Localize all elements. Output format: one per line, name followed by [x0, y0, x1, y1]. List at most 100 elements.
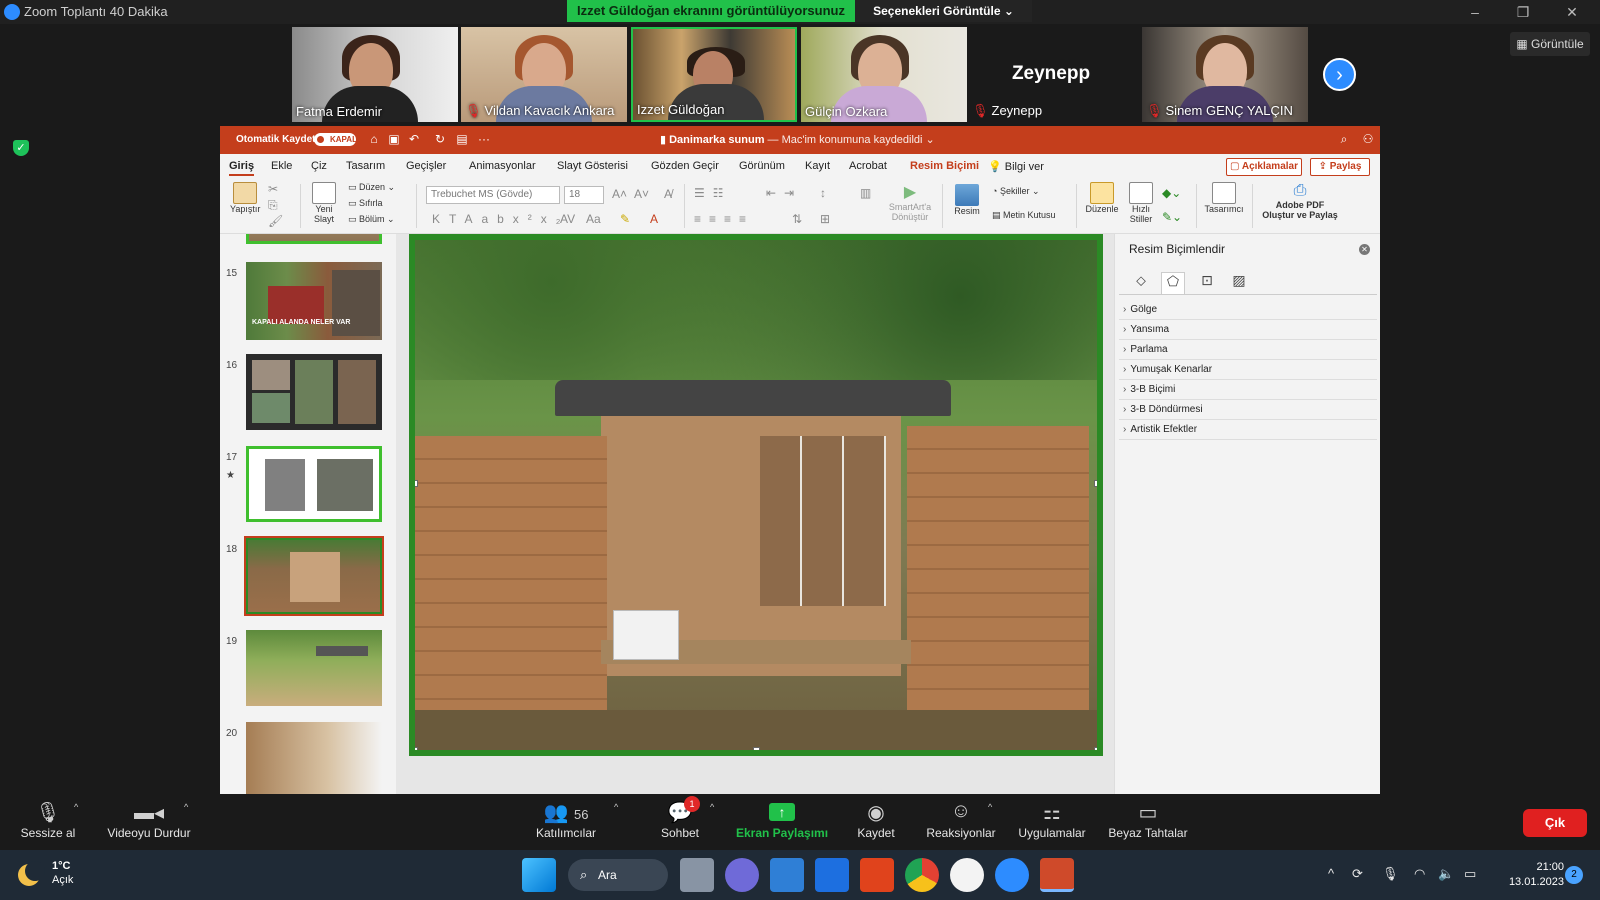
section-soft-edges[interactable]: › Yumuşak Kenarlar [1119, 360, 1377, 380]
layout-button[interactable]: ▭ Düzen ⌄ [348, 182, 395, 193]
columns-icon[interactable]: ▥ [860, 186, 871, 200]
tab-transitions[interactable]: Geçişler [406, 160, 446, 172]
restore-icon[interactable]: ❐ [1508, 2, 1538, 22]
tab-acrobat[interactable]: Acrobat [849, 160, 887, 172]
adobe-pdf-button[interactable]: ⎙ Adobe PDF Oluştur ve Paylaş [1260, 182, 1340, 220]
current-slide[interactable] [409, 234, 1103, 756]
task-view-icon[interactable] [680, 858, 714, 892]
gallery-view-button[interactable]: ▦ Görüntüle [1510, 32, 1590, 56]
autosave-toggle[interactable]: KAPALI [314, 133, 359, 146]
slide-picture[interactable] [415, 240, 1097, 750]
fill-color-icon[interactable]: ◆⌄ [1162, 186, 1181, 200]
tab-home[interactable]: Giriş [229, 160, 255, 176]
speaker-icon[interactable]: 🔈 [1438, 866, 1454, 882]
mail-icon[interactable] [770, 858, 804, 892]
char-spacing-icon[interactable]: AV [560, 212, 575, 226]
share-screen-button[interactable]: ↑ Ekran Paylaşımı [734, 800, 830, 840]
indent-icons[interactable]: ⇤⇥ [766, 186, 802, 200]
next-page-arrow-icon[interactable]: › [1323, 58, 1356, 91]
tab-insert[interactable]: Ekle [271, 160, 292, 172]
leave-meeting-button[interactable]: Çık [1523, 809, 1587, 837]
slide-thumbnail-16[interactable] [246, 354, 382, 430]
notification-badge[interactable]: 2 [1565, 866, 1583, 884]
cut-icon[interactable]: ✂ [268, 182, 278, 196]
picture-button[interactable]: Resim [950, 184, 984, 216]
battery-icon[interactable]: ▭ [1464, 866, 1476, 882]
fill-line-tab-icon[interactable]: ⬦ [1129, 272, 1153, 294]
video-tile-fatma[interactable]: Fatma Erdemir [292, 27, 458, 122]
list-icons[interactable]: ☰☷ [694, 186, 732, 200]
comments-button[interactable]: ▢ Açıklamalar [1226, 158, 1302, 176]
tab-view[interactable]: Görünüm [739, 160, 785, 172]
slide-editor-canvas[interactable] [396, 234, 1114, 794]
font-style-icons[interactable]: KTAabx²x₂ [432, 212, 569, 226]
font-size-select[interactable]: 18 [564, 186, 604, 204]
font-color-icon[interactable]: A [650, 212, 658, 226]
tray-overflow-icon[interactable]: ^ [1328, 866, 1334, 881]
slide-thumbnail-17[interactable] [246, 446, 382, 522]
shrink-font-icon[interactable]: A˅ [634, 187, 649, 201]
start-windows-icon[interactable] [522, 858, 556, 892]
zoom-app-icon[interactable] [995, 858, 1029, 892]
clear-format-icon[interactable]: A̸ [664, 187, 672, 201]
share-people-icon[interactable]: ⚇ [1360, 132, 1376, 148]
outline-color-icon[interactable]: ✎⌄ [1162, 210, 1182, 224]
section-button[interactable]: ▭ Bölüm ⌄ [348, 214, 395, 225]
share-button[interactable]: ⇪ Paylaş [1310, 158, 1370, 176]
designer-button[interactable]: Tasarımcı [1204, 182, 1244, 214]
tab-slideshow[interactable]: Slayt Gösterisi [557, 160, 628, 172]
present-icon[interactable]: ▤ [454, 132, 470, 148]
video-tile-vildan[interactable]: 🎙 Vildan Kavacık Ankara [461, 27, 627, 122]
view-options-button[interactable]: Seçenekleri Görüntüle ⌄ [855, 0, 1032, 22]
tab-picture-format[interactable]: Resim Biçimi [910, 160, 979, 172]
section-artistic-effects[interactable]: › Artistik Efektler [1119, 420, 1377, 440]
tab-review[interactable]: Gözden Geçir [651, 160, 719, 172]
reset-button[interactable]: ▭ Sıfırla [348, 198, 383, 209]
size-properties-tab-icon[interactable]: ⊡ [1195, 272, 1219, 294]
quick-styles-button[interactable]: Hızlı Stiller [1126, 182, 1156, 224]
apps-button[interactable]: ⚏ Uygulamalar [1012, 800, 1092, 840]
grow-font-icon[interactable]: A˄ [612, 187, 627, 201]
textbox-button[interactable]: ▤ Metin Kutusu [992, 210, 1056, 221]
whiteboard-button[interactable]: ▭ Beyaz Tahtalar [1104, 800, 1192, 840]
line-spacing-icon[interactable]: ↕ [820, 186, 826, 200]
wifi-icon[interactable]: ◠ [1414, 866, 1425, 882]
section-glow[interactable]: › Parlama [1119, 340, 1377, 360]
more-icon[interactable]: ··· [476, 132, 492, 148]
powerpoint-app-icon[interactable] [1040, 858, 1074, 892]
arrange-button[interactable]: Düzenle [1084, 182, 1120, 214]
slide-thumbnail-14[interactable] [246, 234, 382, 244]
section-3d-format[interactable]: › 3-B Biçimi [1119, 380, 1377, 400]
close-icon[interactable]: ✕ [1557, 2, 1587, 22]
section-shadow[interactable]: › Gölge [1119, 300, 1377, 320]
new-slide-button[interactable]: Yeni Slayt [308, 182, 340, 224]
smartart-button[interactable]: ▶ SmartArt'a Dönüştür [884, 182, 936, 222]
slide-thumbnail-15[interactable]: KAPALI ALANDA NELER VAR [246, 262, 382, 340]
shapes-button[interactable]: ◔ Şekiller ⌄ [992, 186, 1040, 197]
dropbox-icon[interactable] [815, 858, 849, 892]
copy-icon[interactable]: ⎘ [268, 198, 278, 213]
search-icon[interactable]: ⌕ [1336, 132, 1352, 148]
app-circle-icon[interactable] [950, 858, 984, 892]
sync-icon[interactable]: ⟳ [1352, 866, 1363, 882]
teams-chat-icon[interactable] [725, 858, 759, 892]
chat-button[interactable]: 💬 1 Sohbet [652, 796, 708, 840]
change-case-icon[interactable]: Aa [586, 212, 601, 226]
video-tile-sinem[interactable]: 🎙 Sinem GENÇ YALÇIN [1142, 27, 1308, 122]
tab-draw[interactable]: Çiz [311, 160, 327, 172]
tab-record[interactable]: Kayıt [805, 160, 830, 172]
section-3d-rotation[interactable]: › 3-B Döndürmesi [1119, 400, 1377, 420]
text-direction-icon[interactable]: ⇅ [792, 212, 802, 226]
slide-thumbnail-20[interactable] [246, 722, 382, 794]
effects-tab-icon[interactable]: ⬠ [1161, 272, 1185, 294]
video-tile-izzet[interactable]: Izzet Güldoğan [631, 27, 797, 122]
mic-tray-icon[interactable]: 🎙 [1382, 866, 1399, 882]
redo-icon[interactable]: ↻ [432, 132, 448, 148]
tab-tell-me[interactable]: 💡 Bilgi ver [988, 160, 1044, 173]
minimize-icon[interactable]: – [1460, 2, 1490, 22]
home-icon[interactable]: ⌂ [366, 132, 382, 148]
undo-icon[interactable]: ↶ [406, 132, 422, 148]
close-pane-icon[interactable]: ✕ [1359, 244, 1370, 255]
paste-button[interactable]: Yapıştır [230, 182, 260, 214]
video-tile-zeynepp[interactable]: Zeynepp 🎙 Zeynepp [968, 27, 1134, 122]
